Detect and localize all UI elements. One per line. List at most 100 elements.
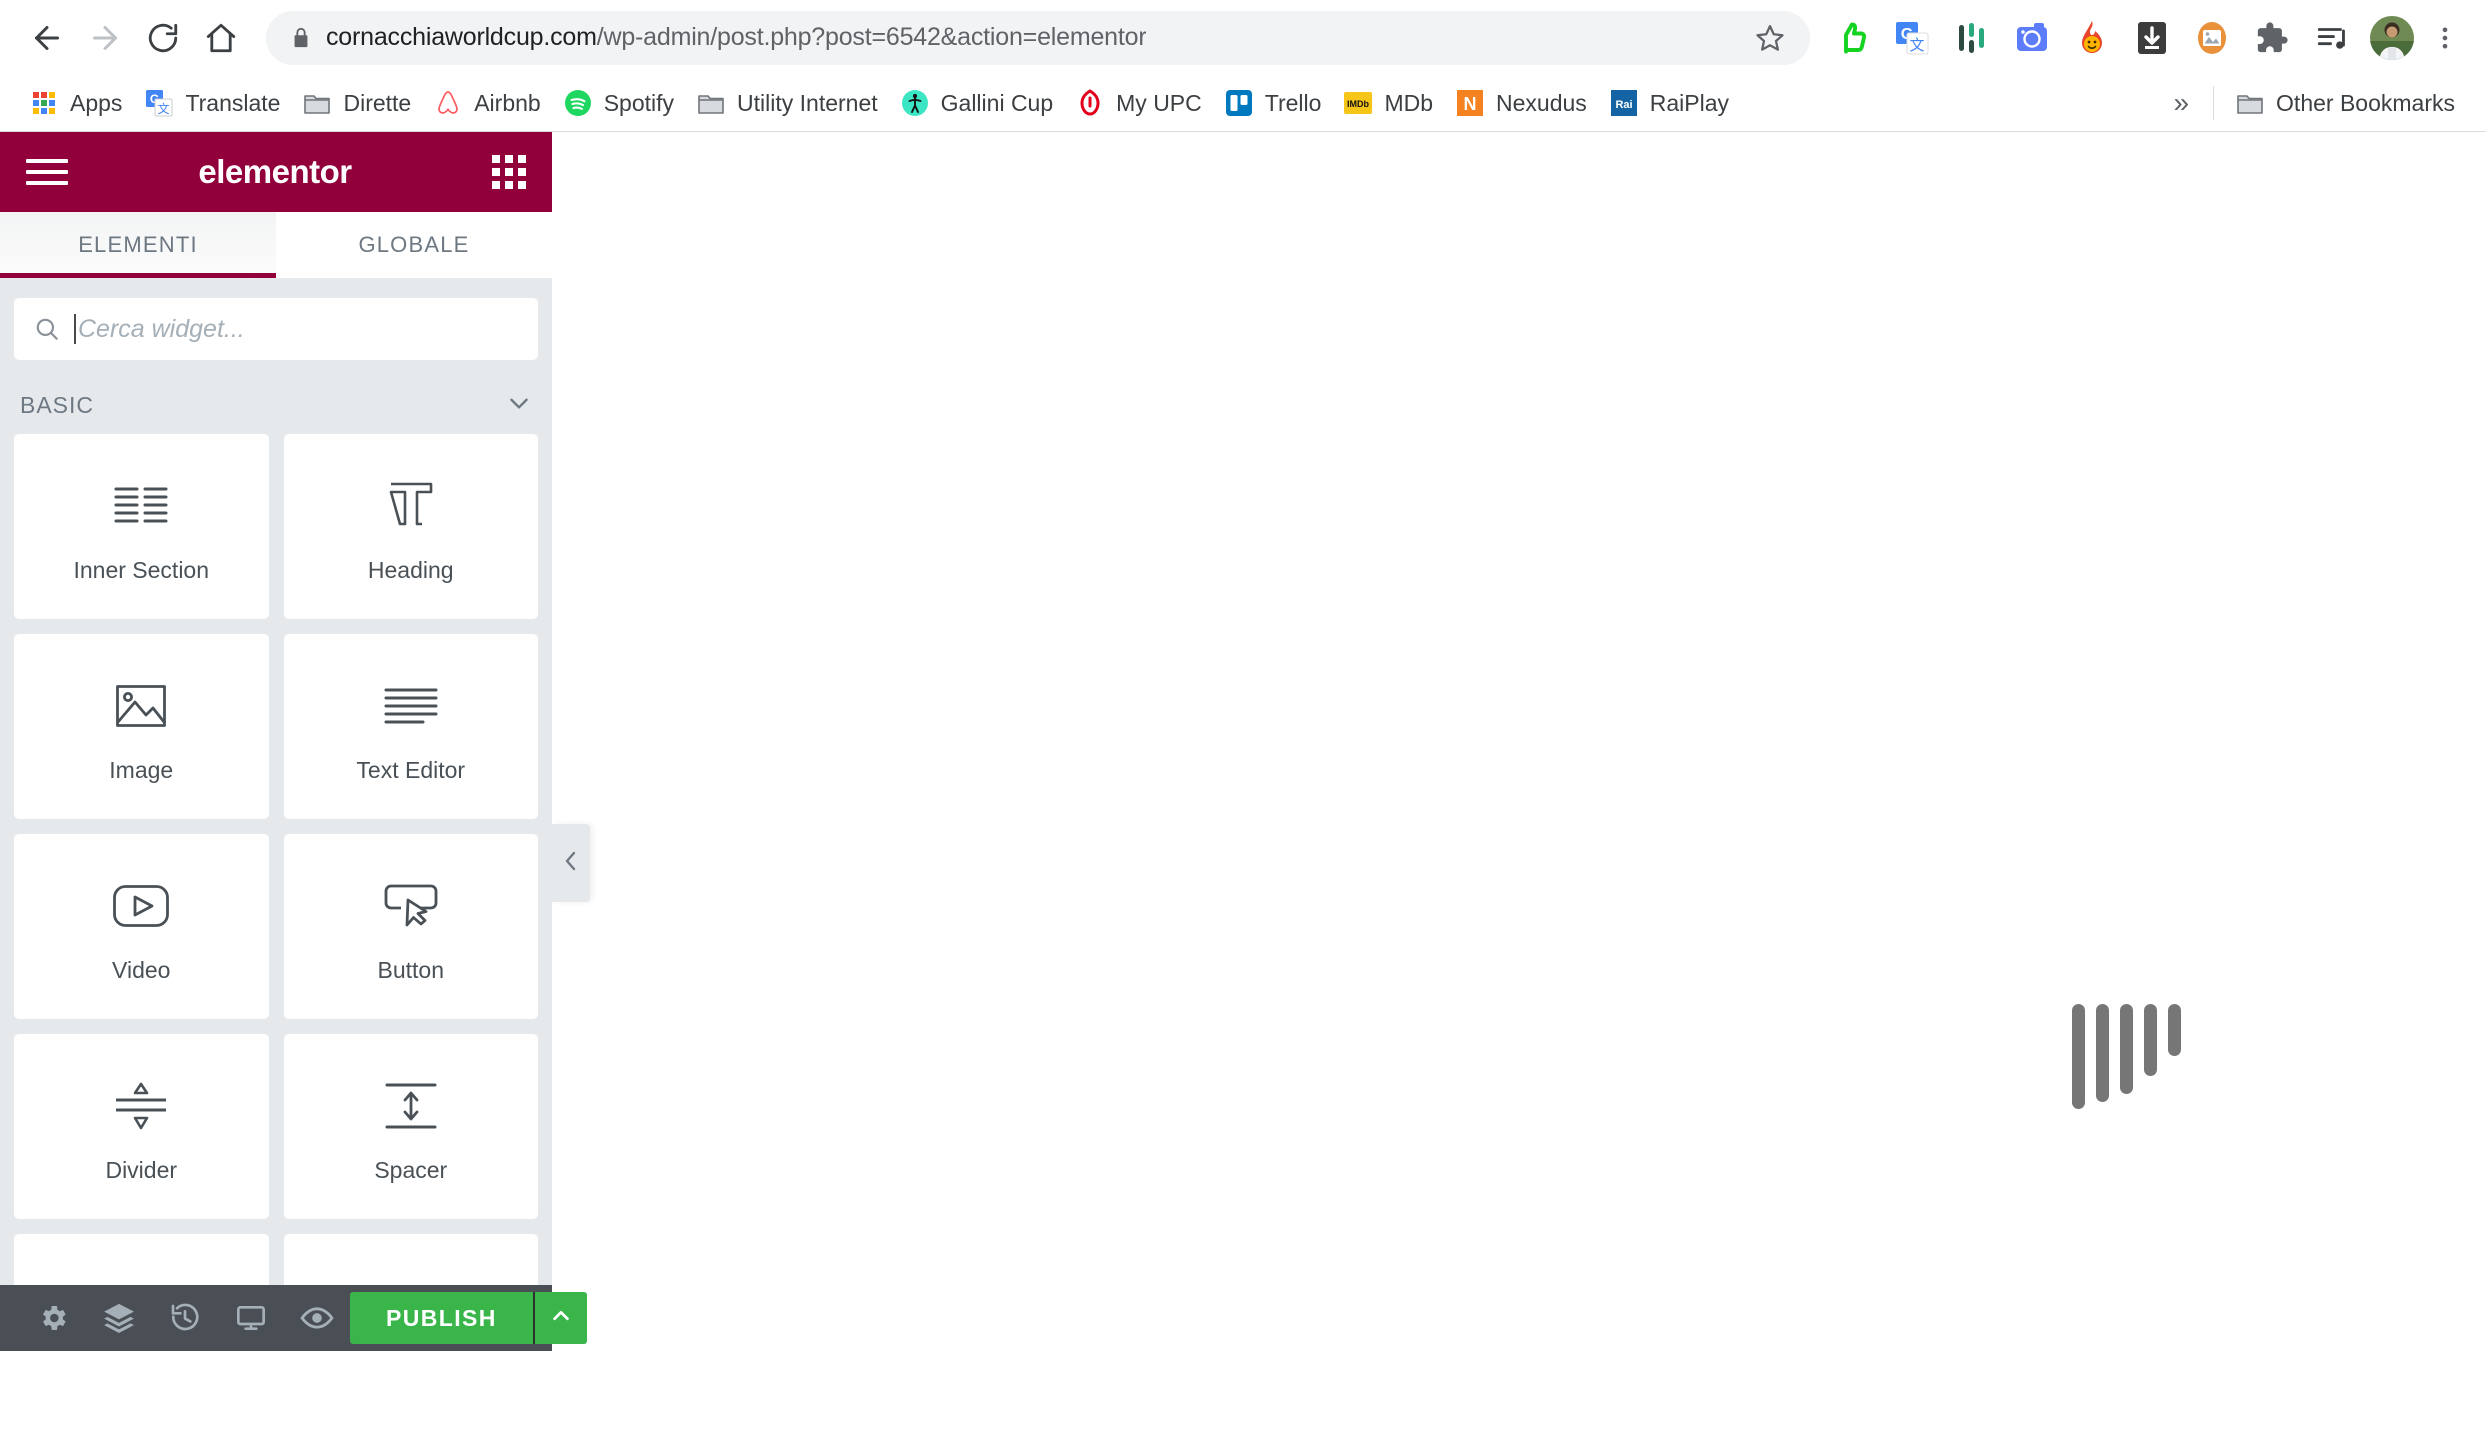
bookmark-star-icon[interactable] — [1750, 18, 1790, 58]
svg-text:Rai: Rai — [1615, 99, 1632, 111]
bookmarks-overflow-button[interactable]: » — [2159, 87, 2203, 119]
widget-label: Divider — [105, 1157, 178, 1183]
puzzle-extensions-button[interactable] — [2246, 12, 2298, 64]
download-manager-extension-icon[interactable] — [2126, 12, 2178, 64]
button-cursor-icon — [383, 869, 439, 943]
bookmark-label: Trello — [1264, 89, 1322, 116]
home-icon[interactable] — [192, 9, 250, 67]
tab-globale[interactable]: GLOBALE — [276, 212, 552, 278]
green-thumb-extension-icon[interactable] — [1826, 12, 1878, 64]
widget-spacer[interactable]: Spacer — [283, 1034, 538, 1219]
bookmark-translate[interactable]: G 文 Translate — [133, 81, 291, 125]
widget-icon[interactable] — [283, 1234, 538, 1285]
chevron-up-icon — [550, 1305, 572, 1332]
widget-label: Heading — [367, 557, 454, 583]
heading-t-icon — [387, 469, 435, 543]
search-input[interactable]: Cerca widget... — [14, 298, 538, 360]
history-revisions-icon[interactable] — [152, 1285, 218, 1351]
spotify-icon — [563, 88, 593, 118]
bookmark-dirette[interactable]: Dirette — [291, 81, 422, 125]
bookmark-apps[interactable]: Apps — [18, 81, 133, 125]
widget-label: Video — [112, 957, 171, 983]
airbnb-icon — [433, 88, 463, 118]
bookmark-mdb[interactable]: IMDb MDb — [1332, 81, 1444, 125]
preview-eye-icon[interactable] — [284, 1285, 350, 1351]
widget-label: Image — [109, 757, 174, 783]
upc-icon — [1075, 88, 1105, 118]
bars-extension-icon[interactable] — [1946, 12, 1998, 64]
reload-icon[interactable] — [134, 9, 192, 67]
folder-icon — [2235, 88, 2265, 118]
widget-label: Text Editor — [356, 757, 466, 783]
bookmark-other-bookmarks[interactable]: Other Bookmarks — [2224, 81, 2466, 125]
divider-icon — [113, 1069, 169, 1143]
widget-label: Inner Section — [73, 557, 210, 583]
address-bar[interactable]: cornacchiaworldcup.com/wp-admin/post.php… — [266, 10, 1810, 65]
other-bookmarks-label: Other Bookmarks — [2276, 89, 2455, 116]
bookmark-label: Nexudus — [1496, 89, 1587, 116]
bookmark-spotify[interactable]: Spotify — [552, 81, 685, 125]
flame-smiley-extension-icon[interactable] — [2066, 12, 2118, 64]
svg-text:文: 文 — [158, 101, 170, 116]
widget-button[interactable]: Button — [283, 834, 538, 1019]
image-extension-icon[interactable] — [2186, 12, 2238, 64]
nexudus-icon: N — [1455, 88, 1485, 118]
bookmark-gallini-cup[interactable]: Gallini Cup — [889, 81, 1065, 125]
bookmark-label: Utility Internet — [737, 89, 878, 116]
widget-heading[interactable]: Heading — [283, 434, 538, 619]
loader-bar — [2120, 1004, 2133, 1094]
back-arrow-icon[interactable] — [18, 9, 76, 67]
svg-text:IMDb: IMDb — [1347, 99, 1369, 109]
widget-grid: Inner Section Heading Image Text Editor … — [14, 434, 538, 1285]
bookmarks-bar: Apps G 文 Translate Dirette Airbnb Spotif… — [0, 75, 2486, 132]
imdb-icon: IMDb — [1343, 88, 1373, 118]
chevron-left-icon — [561, 848, 581, 879]
tab-elementi[interactable]: ELEMENTI — [0, 212, 276, 278]
profile-avatar[interactable] — [2366, 12, 2418, 64]
widget-text-editor[interactable]: Text Editor — [283, 634, 538, 819]
elementor-canvas-preview[interactable] — [552, 132, 2486, 1440]
forward-arrow-icon[interactable] — [76, 9, 134, 67]
responsive-mode-icon[interactable] — [218, 1285, 284, 1351]
publish-button-group: PUBLISH — [350, 1292, 587, 1344]
widget-google-maps[interactable] — [14, 1234, 269, 1285]
loader-bar — [2072, 1004, 2085, 1109]
bookmark-raiplay[interactable]: Rai RaiPlay — [1598, 81, 1740, 125]
widgets-grid-icon[interactable] — [492, 155, 526, 189]
bookmark-label: Translate — [185, 89, 281, 116]
google-translate-icon: G 文 — [144, 88, 174, 118]
elementor-panel-header: elementor — [0, 132, 552, 212]
bookmark-label: Spotify — [603, 89, 675, 116]
bookmark-label: Dirette — [343, 89, 412, 116]
panel-collapse-handle[interactable] — [552, 824, 590, 902]
bookmark-my-upc[interactable]: My UPC — [1064, 81, 1213, 125]
bookmark-nexudus[interactable]: N Nexudus — [1444, 81, 1598, 125]
publish-button[interactable]: PUBLISH — [350, 1292, 533, 1344]
widget-video[interactable]: Video — [14, 834, 269, 1019]
gallini-cup-icon — [900, 88, 930, 118]
elementor-panel-footer: PUBLISH — [0, 1285, 587, 1351]
page-viewport: elementor ELEMENTI GLOBALE Cerca widget.… — [0, 132, 2486, 1440]
category-label: BASIC — [20, 391, 95, 418]
screenshot-camera-extension-icon[interactable] — [2006, 12, 2058, 64]
settings-gear-icon[interactable] — [20, 1285, 86, 1351]
widget-category-basic[interactable]: BASIC — [14, 376, 538, 434]
widget-image[interactable]: Image — [14, 634, 269, 819]
bookmark-label: MDb — [1384, 89, 1433, 116]
google-translate-extension-icon[interactable]: G 文 — [1886, 12, 1938, 64]
widget-inner-section[interactable]: Inner Section — [14, 434, 269, 619]
playlist-music-extension-icon[interactable] — [2306, 12, 2358, 64]
text-caret — [74, 314, 76, 344]
bookmark-airbnb[interactable]: Airbnb — [422, 81, 551, 125]
bookmark-utility-internet[interactable]: Utility Internet — [685, 81, 889, 125]
browser-toolbar: cornacchiaworldcup.com/wp-admin/post.php… — [0, 0, 2486, 75]
navigator-layers-icon[interactable] — [86, 1285, 152, 1351]
publish-options-button[interactable] — [534, 1292, 587, 1344]
folder-icon — [696, 88, 726, 118]
svg-text:N: N — [1464, 94, 1477, 114]
chevron-down-icon — [506, 390, 532, 421]
bookmark-label: Airbnb — [474, 89, 541, 116]
bookmark-trello[interactable]: Trello — [1213, 81, 1333, 125]
widget-divider[interactable]: Divider — [14, 1034, 269, 1219]
chrome-menu-kebab-icon[interactable] — [2422, 12, 2468, 64]
